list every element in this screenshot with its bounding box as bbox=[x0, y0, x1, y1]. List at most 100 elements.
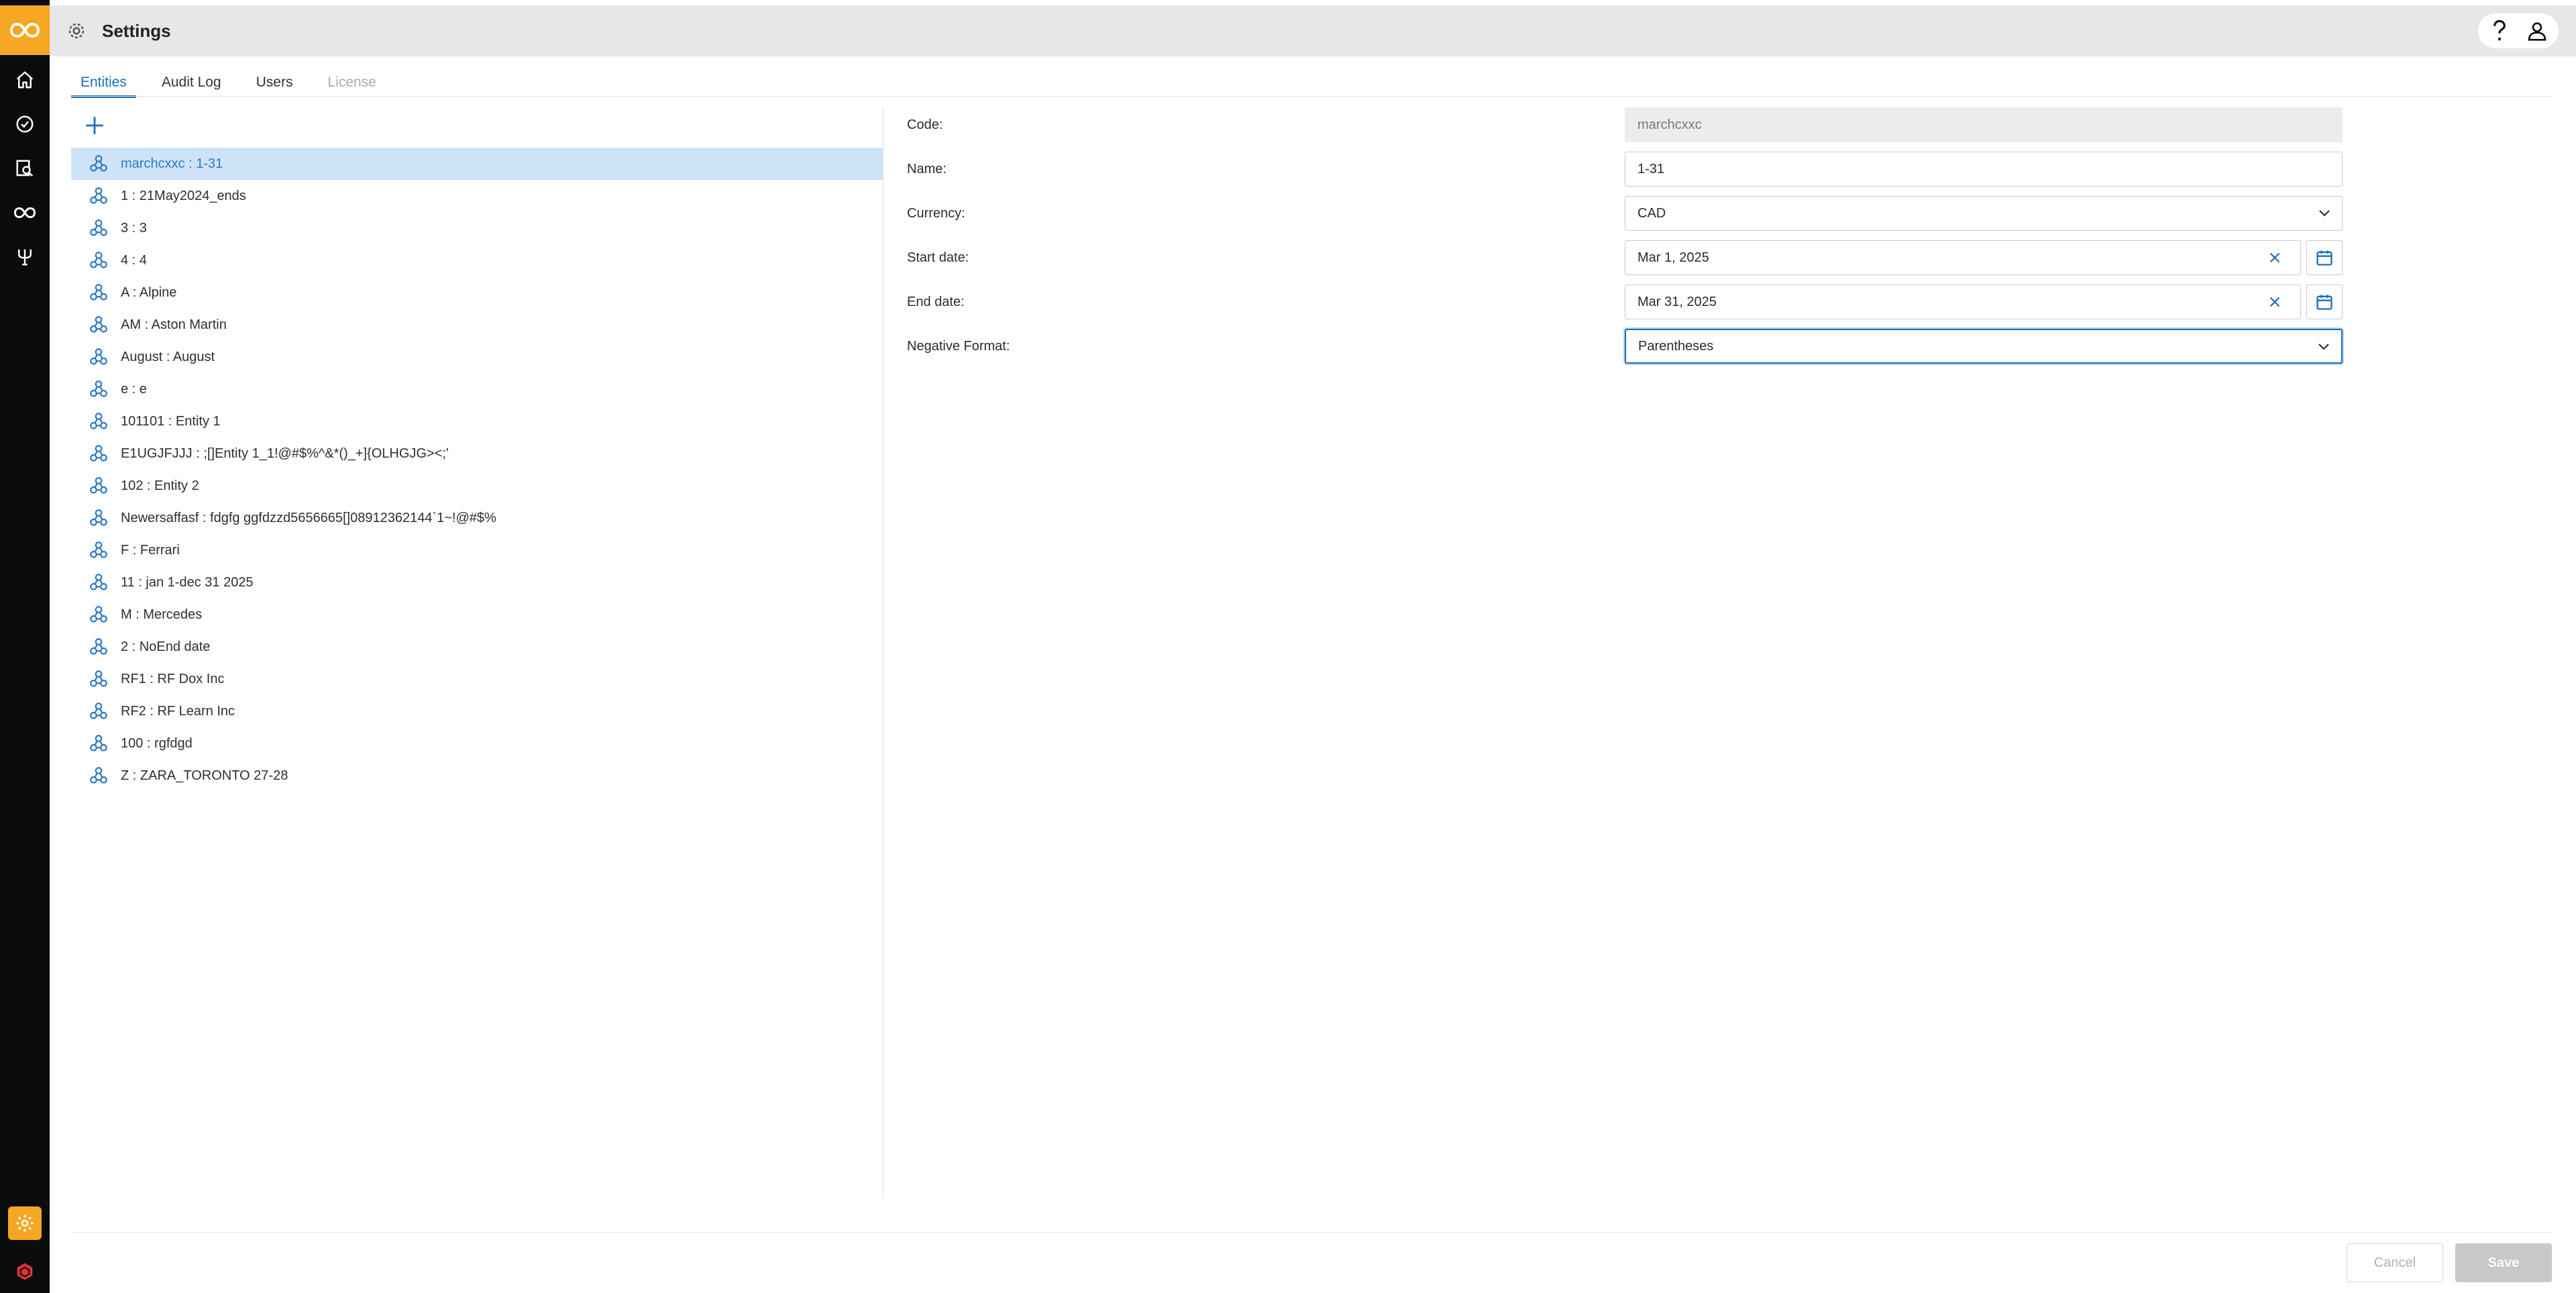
rail-brand-button[interactable] bbox=[8, 1255, 42, 1288]
question-icon bbox=[2493, 19, 2506, 41]
entity-list-pane: marchcxxc : 1-31 1 : 21May2024_ends 3 : 3 4… bbox=[71, 107, 883, 1201]
brand-logo[interactable] bbox=[0, 5, 50, 55]
currency-select[interactable]: CAD bbox=[1625, 196, 2343, 231]
entity-hierarchy-icon bbox=[89, 411, 110, 432]
entity-list-item[interactable]: E1UGJFJJJ : ;[]Entity 1_1!@#$%^&*()_+]{O… bbox=[71, 437, 883, 470]
clear-end-date-icon[interactable] bbox=[2266, 293, 2284, 311]
entity-list-item[interactable]: August : August bbox=[71, 341, 883, 373]
entity-list-item[interactable]: RF1 : RF Dox Inc bbox=[71, 663, 883, 695]
name-row: Name: 1-31 bbox=[907, 152, 2343, 187]
entity-list-item[interactable]: F : Ferrari bbox=[71, 534, 883, 566]
entity-list-item[interactable]: 1 : 21May2024_ends bbox=[71, 180, 883, 212]
entity-list: marchcxxc : 1-31 1 : 21May2024_ends 3 : 3 4… bbox=[71, 148, 883, 792]
entity-list-item[interactable]: Z : ZARA_TORONTO 27-28 bbox=[71, 760, 883, 792]
rail-tasks-button[interactable] bbox=[8, 107, 42, 141]
search-report-icon bbox=[16, 160, 34, 177]
header-bar: Settings bbox=[50, 5, 2576, 56]
entity-list-item[interactable]: 3 : 3 bbox=[71, 212, 883, 244]
start-date-control: Mar 1, 2025 bbox=[1625, 240, 2343, 275]
entity-list-item[interactable]: AM : Aston Martin bbox=[71, 309, 883, 341]
entity-hierarchy-icon bbox=[89, 443, 110, 464]
add-entity-button[interactable] bbox=[79, 110, 110, 141]
name-field[interactable]: 1-31 bbox=[1625, 152, 2343, 187]
entity-label: RF2 : RF Learn Inc bbox=[121, 703, 235, 719]
entity-list-item[interactable]: e : e bbox=[71, 373, 883, 405]
entity-list-item[interactable]: marchcxxc : 1-31 bbox=[71, 148, 883, 180]
entity-list-item[interactable]: 100 : rgfdgd bbox=[71, 727, 883, 760]
entity-hierarchy-icon bbox=[89, 217, 110, 239]
entity-label: 102 : Entity 2 bbox=[121, 478, 199, 493]
entity-hierarchy-icon bbox=[89, 378, 110, 400]
entity-label: e : e bbox=[121, 381, 147, 397]
entity-label: 1 : 21May2024_ends bbox=[121, 188, 246, 203]
rail-reconcile-button[interactable] bbox=[8, 196, 42, 229]
currency-value: CAD bbox=[1638, 206, 1666, 221]
negative-format-value: Parentheses bbox=[1638, 339, 1714, 354]
entity-label: AM : Aston Martin bbox=[121, 317, 227, 332]
footer-divider bbox=[71, 1232, 2553, 1233]
start-date-label: Start date: bbox=[907, 250, 969, 265]
entity-label: M : Mercedes bbox=[121, 607, 203, 622]
entity-label: E1UGJFJJJ : ;[]Entity 1_1!@#$%^&*()_+]{O… bbox=[121, 446, 449, 461]
end-date-calendar-button[interactable] bbox=[2306, 285, 2343, 319]
entity-label: 4 : 4 bbox=[121, 252, 147, 268]
end-date-control: Mar 31, 2025 bbox=[1625, 285, 2343, 319]
end-date-field[interactable]: Mar 31, 2025 bbox=[1625, 285, 2301, 319]
fork-icon bbox=[18, 249, 32, 266]
start-date-calendar-button[interactable] bbox=[2306, 240, 2343, 275]
app-rail bbox=[0, 0, 50, 1293]
name-label: Name: bbox=[907, 162, 947, 176]
check-circle-icon bbox=[16, 115, 34, 133]
start-date-field[interactable]: Mar 1, 2025 bbox=[1625, 240, 2301, 275]
rail-settings-button[interactable] bbox=[8, 1206, 42, 1240]
start-date-row: Start date: Mar 1, 2025 bbox=[907, 240, 2343, 275]
tab-license: License bbox=[327, 74, 376, 90]
tabs-divider bbox=[71, 96, 2553, 97]
entity-list-item[interactable]: M : Mercedes bbox=[71, 599, 883, 631]
code-row: Code: marchcxxc bbox=[907, 107, 2343, 142]
calendar-icon bbox=[2316, 250, 2332, 266]
end-date-label: End date: bbox=[907, 295, 965, 309]
help-button[interactable] bbox=[2485, 16, 2514, 46]
entity-list-item[interactable]: RF2 : RF Learn Inc bbox=[71, 695, 883, 727]
entity-label: A : Alpine bbox=[121, 285, 177, 300]
entity-list-item[interactable]: 11 : jan 1-dec 31 2025 bbox=[71, 566, 883, 599]
save-button[interactable]: Save bbox=[2455, 1243, 2552, 1282]
entity-list-item[interactable]: 101101 : Entity 1 bbox=[71, 405, 883, 437]
entity-label: 2 : NoEnd date bbox=[121, 639, 211, 654]
entity-list-item[interactable]: Newersaffasf : fdgfg ggfdzzd5656665[]089… bbox=[71, 502, 883, 534]
tab-entities[interactable]: Entities bbox=[71, 72, 136, 98]
clear-start-date-icon[interactable] bbox=[2266, 249, 2284, 266]
cancel-button[interactable]: Cancel bbox=[2347, 1243, 2443, 1282]
header-actions bbox=[2478, 13, 2559, 48]
entity-hierarchy-icon bbox=[89, 701, 110, 722]
chevron-down-icon bbox=[2319, 210, 2330, 217]
entity-label: marchcxxc : 1-31 bbox=[121, 156, 223, 171]
settings-tabs: Entities Audit Log Users License bbox=[71, 72, 386, 98]
entity-list-item[interactable]: 4 : 4 bbox=[71, 244, 883, 276]
entity-hierarchy-icon bbox=[89, 153, 110, 174]
entity-label: RF1 : RF Dox Inc bbox=[121, 671, 225, 686]
gear-icon bbox=[68, 23, 85, 39]
entity-list-item[interactable]: 102 : Entity 2 bbox=[71, 470, 883, 502]
entity-label: 3 : 3 bbox=[121, 220, 147, 236]
user-icon bbox=[2528, 22, 2546, 41]
negative-format-select[interactable]: Parentheses bbox=[1625, 329, 2343, 364]
entity-hierarchy-icon bbox=[89, 572, 110, 593]
entity-hierarchy-icon bbox=[89, 314, 110, 335]
rail-review-button[interactable] bbox=[8, 152, 42, 185]
rail-home-button[interactable] bbox=[8, 63, 42, 97]
user-menu-button[interactable] bbox=[2522, 16, 2552, 46]
infinity-icon bbox=[14, 207, 36, 219]
entity-hierarchy-icon bbox=[89, 668, 110, 690]
entity-list-item[interactable]: 2 : NoEnd date bbox=[71, 631, 883, 663]
tab-audit-log[interactable]: Audit Log bbox=[152, 72, 231, 98]
currency-row: Currency: CAD bbox=[907, 196, 2343, 231]
negative-format-row: Negative Format: Parentheses bbox=[907, 329, 2343, 364]
rail-integrations-button[interactable] bbox=[8, 240, 42, 274]
calendar-icon bbox=[2316, 295, 2332, 310]
entity-hierarchy-icon bbox=[89, 250, 110, 271]
entity-list-item[interactable]: A : Alpine bbox=[71, 276, 883, 309]
tab-users[interactable]: Users bbox=[247, 72, 303, 98]
end-date-row: End date: Mar 31, 2025 bbox=[907, 285, 2343, 319]
